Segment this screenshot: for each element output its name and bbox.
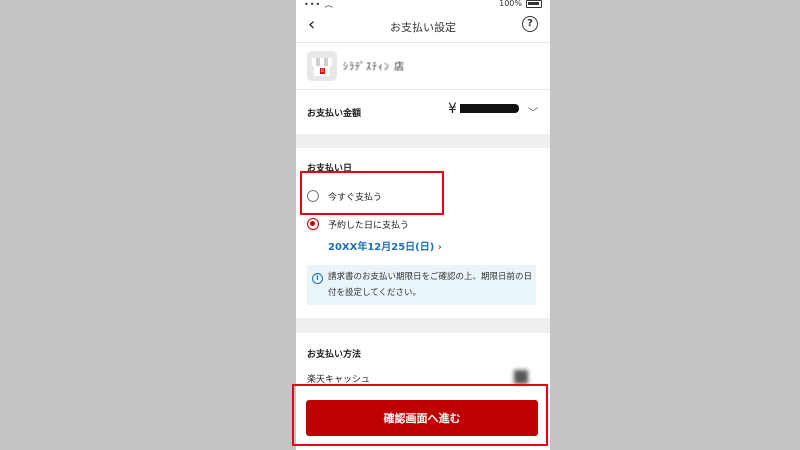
redacted-toggle (514, 370, 528, 384)
amount-label: お支払い金額 (307, 109, 362, 119)
battery-percent: 100% (499, 0, 522, 8)
payment-date-title: お支払い日 (307, 164, 353, 174)
merchant-row: B ｼﾗﾃﾞｽﾃｨﾝ 店 (296, 43, 550, 90)
payment-date-section: お支払い日 今すぐ支払う 予約した日に支払う 20XX年12月25日(日) › … (296, 148, 550, 318)
scheduled-date: 20XX年12月25日(日) (328, 242, 435, 253)
option-pay-scheduled-label[interactable]: 予約した日に支払う (328, 218, 409, 231)
amount-currency: ¥ (448, 101, 457, 117)
help-icon[interactable]: ? (522, 16, 538, 32)
info-text: 請求書のお支払い期限日をご確認の上、期限日前の日付を設定してください。 (328, 272, 533, 298)
radio-pay-now[interactable] (307, 190, 319, 202)
amount-redacted (460, 104, 519, 113)
payment-method-section: お支払い方法 楽天キャッシュ (296, 333, 550, 388)
store-icon: B (307, 51, 337, 81)
amount-row[interactable]: お支払い金額 ¥ ﹀ (296, 90, 550, 133)
page-title: お支払い設定 (390, 21, 456, 34)
chevron-right-icon: › (437, 242, 442, 253)
info-icon: i (312, 273, 323, 284)
option-pay-now-label[interactable]: 今すぐ支払う (328, 190, 382, 203)
proceed-to-confirm-button[interactable]: 確認画面へ進む (306, 400, 538, 436)
merchant-name: ｼﾗﾃﾞｽﾃｨﾝ 店 (343, 62, 406, 73)
battery-icon (526, 0, 542, 8)
info-box: i 請求書のお支払い期限日をご確認の上、期限日前の日付を設定してください。 (307, 265, 536, 305)
radio-pay-scheduled[interactable] (307, 218, 319, 230)
section-divider (296, 134, 550, 148)
chevron-down-icon[interactable]: ﹀ (528, 104, 538, 119)
signal-icon: ••• ︵ (304, 0, 334, 9)
status-bar: ••• ︵ 100% (296, 0, 550, 9)
phone-screen: ••• ︵ 100% ‹ お支払い設定 ? B ｼﾗﾃﾞｽﾃｨﾝ 店 お支払い金… (296, 0, 550, 450)
scheduled-date-link[interactable]: 20XX年12月25日(日) › (328, 238, 442, 253)
section-divider (296, 318, 550, 333)
payment-method-item[interactable]: 楽天キャッシュ (307, 372, 370, 385)
nav-bar: ‹ お支払い設定 ? (296, 10, 550, 43)
footer: 確認画面へ進む (296, 388, 550, 450)
payment-method-title: お支払い方法 (307, 350, 362, 360)
